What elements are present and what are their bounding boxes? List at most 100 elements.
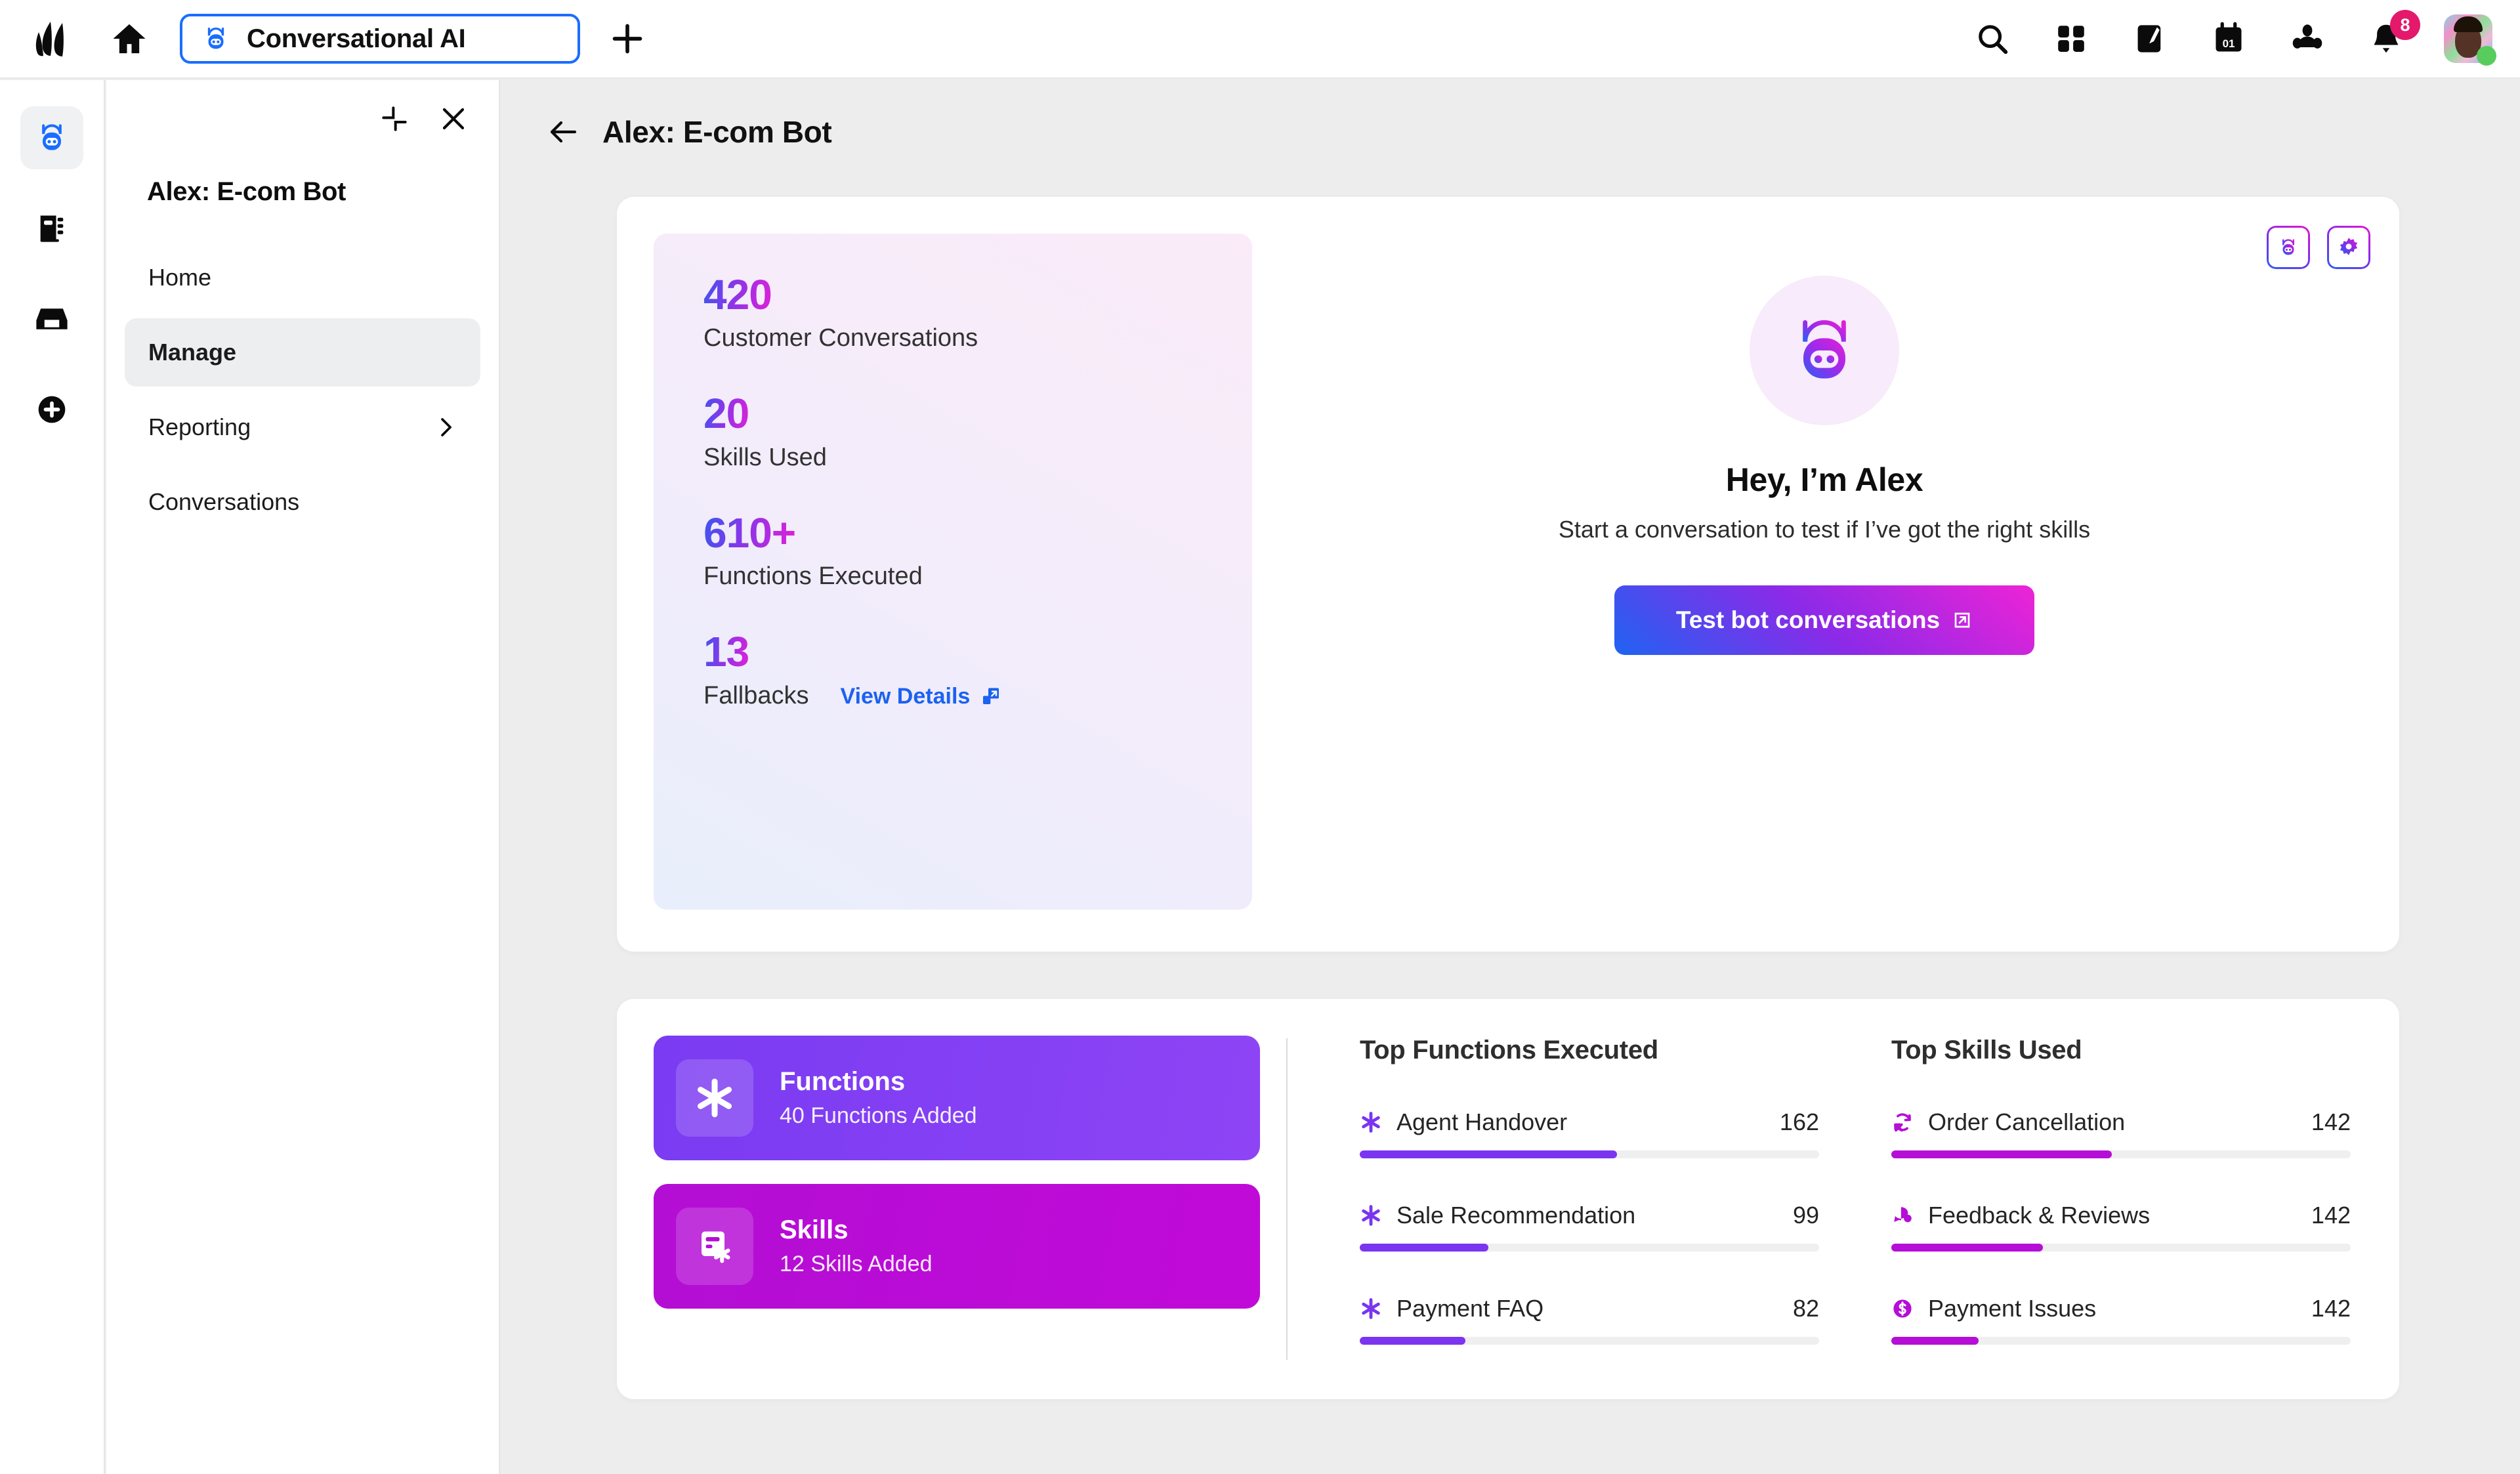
plus-circle-icon <box>35 392 69 427</box>
bar-label: Payment Issues <box>1928 1295 2097 1322</box>
bar-fill <box>1360 1150 1617 1158</box>
bar-fill <box>1891 1337 1979 1345</box>
search-icon[interactable] <box>1971 18 2013 60</box>
tile-skills[interactable]: Skills 12 Skills Added <box>654 1184 1260 1309</box>
bar-fill <box>1891 1150 2112 1158</box>
bar-label: Payment FAQ <box>1396 1295 1544 1322</box>
chevron-right-icon <box>434 416 457 438</box>
collapse-icon[interactable] <box>375 100 413 138</box>
chat-bubble-icon <box>1891 1204 1914 1227</box>
bar-label: Feedback & Reviews <box>1928 1202 2151 1229</box>
nav-item-manage[interactable]: Manage <box>125 318 480 387</box>
bar-label: Agent Handover <box>1396 1108 1568 1135</box>
nav-list: Home Manage Reporting Conversations <box>125 243 480 536</box>
bar-label: Order Cancellation <box>1928 1108 2126 1135</box>
bar-track <box>1360 1244 1819 1252</box>
bot-icon <box>201 24 231 54</box>
bar-track <box>1891 1150 2351 1158</box>
bar-fill <box>1360 1337 1465 1345</box>
dollar-circle-icon <box>1891 1297 1914 1320</box>
page-title: Alex: E-com Bot <box>602 115 832 149</box>
tab-conversational-ai[interactable]: Conversational AI <box>180 14 580 64</box>
tile-functions[interactable]: Functions 40 Functions Added <box>654 1036 1260 1160</box>
gear-icon <box>2338 236 2360 259</box>
bot-hero: Hey, I’m Alex Start a conversation to te… <box>1293 276 2356 655</box>
stat-value: 20 <box>704 390 749 438</box>
settings-button[interactable] <box>2327 226 2370 269</box>
back-arrow-icon[interactable] <box>547 116 579 148</box>
close-icon[interactable] <box>434 100 472 138</box>
view-details-link[interactable]: View Details <box>841 684 1002 709</box>
bar-value: 99 <box>1792 1202 1819 1229</box>
details-card: Functions 40 Functions Added Skills 12 S… <box>617 999 2399 1399</box>
topbar-actions: 01 8 <box>1971 10 2496 66</box>
top-skills-used-section: Top Skills Used Order Cancellation 142 F… <box>1819 1036 2351 1399</box>
stat-functions-executed: 610+ Functions Executed <box>704 509 1252 591</box>
asterisk-icon <box>676 1059 753 1137</box>
asterisk-icon <box>1360 1297 1382 1320</box>
stat-label: Functions Executed <box>704 562 923 591</box>
bar-fill <box>1891 1244 2043 1252</box>
stat-label: Skills Used <box>704 443 827 471</box>
nav-item-conversations[interactable]: Conversations <box>125 468 480 536</box>
people-icon[interactable] <box>2286 18 2328 60</box>
tab-label: Conversational AI <box>247 24 466 53</box>
avatar[interactable] <box>2444 14 2496 66</box>
apps-grid-icon[interactable] <box>2050 18 2092 60</box>
bar-row: Feedback & Reviews 142 <box>1891 1202 2351 1252</box>
test-bot-conversations-button[interactable]: Test bot conversations <box>1614 585 2034 655</box>
notebook-icon <box>35 211 69 245</box>
bar-track <box>1360 1150 1819 1158</box>
avatar-hair <box>2454 16 2483 32</box>
stat-value: 610+ <box>704 509 796 557</box>
bar-fill <box>1360 1244 1488 1252</box>
rail-item-notebook[interactable] <box>20 197 83 260</box>
bar-track <box>1891 1244 2351 1252</box>
svg-text:01: 01 <box>2223 37 2235 50</box>
stat-skills-used: 20 Skills Used <box>704 390 1252 471</box>
bar-row: Payment Issues 142 <box>1891 1295 2351 1345</box>
nav-item-label: Home <box>148 264 212 291</box>
external-window-icon <box>980 686 1001 707</box>
stat-customer-conversations: 420 Customer Conversations <box>704 272 1252 352</box>
leaf-logo-icon[interactable] <box>26 12 79 65</box>
bot-preview-button[interactable] <box>2267 226 2310 269</box>
bar-label: Sale Recommendation <box>1396 1202 1636 1229</box>
bot-heading: Hey, I’m Alex <box>1725 461 1923 498</box>
rail-item-add[interactable] <box>20 378 83 441</box>
home-icon[interactable] <box>106 16 152 62</box>
nav-panel-controls <box>125 80 480 138</box>
stat-label: Customer Conversations <box>704 324 978 352</box>
rail-item-bot[interactable] <box>20 106 83 169</box>
bell-icon[interactable]: 8 <box>2365 10 2420 60</box>
external-link-icon <box>1952 610 1973 631</box>
top-functions-executed-section: Top Functions Executed Agent Handover 16… <box>1288 1036 1819 1399</box>
nav-item-label: Reporting <box>148 413 251 440</box>
bar-row: Order Cancellation 142 <box>1891 1108 2351 1158</box>
asterisk-icon <box>1360 1111 1382 1133</box>
nav-item-home[interactable]: Home <box>125 243 480 312</box>
plus-icon[interactable] <box>606 18 648 60</box>
nav-panel-title: Alex: E-com Bot <box>147 177 346 206</box>
section-title: Top Skills Used <box>1891 1036 2082 1064</box>
nav-item-label: Conversations <box>148 488 300 515</box>
icon-rail <box>0 80 105 1474</box>
bar-row: Agent Handover 162 <box>1360 1108 1819 1158</box>
tile-subtitle: 40 Functions Added <box>780 1103 977 1128</box>
bot-icon <box>2277 236 2300 259</box>
stat-label: Fallbacks <box>704 681 809 709</box>
bot-avatar-icon <box>1750 276 1899 425</box>
online-status-dot <box>2477 46 2496 66</box>
order-cancel-icon <box>1891 1111 1914 1133</box>
compose-icon[interactable] <box>2129 18 2171 60</box>
calendar-icon[interactable]: 01 <box>2208 18 2250 60</box>
skill-card-icon <box>676 1208 753 1285</box>
nav-item-reporting[interactable]: Reporting <box>125 393 480 461</box>
tiles-column: Functions 40 Functions Added Skills 12 S… <box>617 1036 1260 1399</box>
bar-value: 82 <box>1792 1295 1819 1322</box>
bar-value: 162 <box>1779 1108 1819 1135</box>
rail-item-inbox[interactable] <box>20 287 83 350</box>
bar-value: 142 <box>2311 1108 2351 1135</box>
bar-row: Payment FAQ 82 <box>1360 1295 1819 1345</box>
stat-fallbacks: 13 Fallbacks View Details <box>704 629 1252 709</box>
